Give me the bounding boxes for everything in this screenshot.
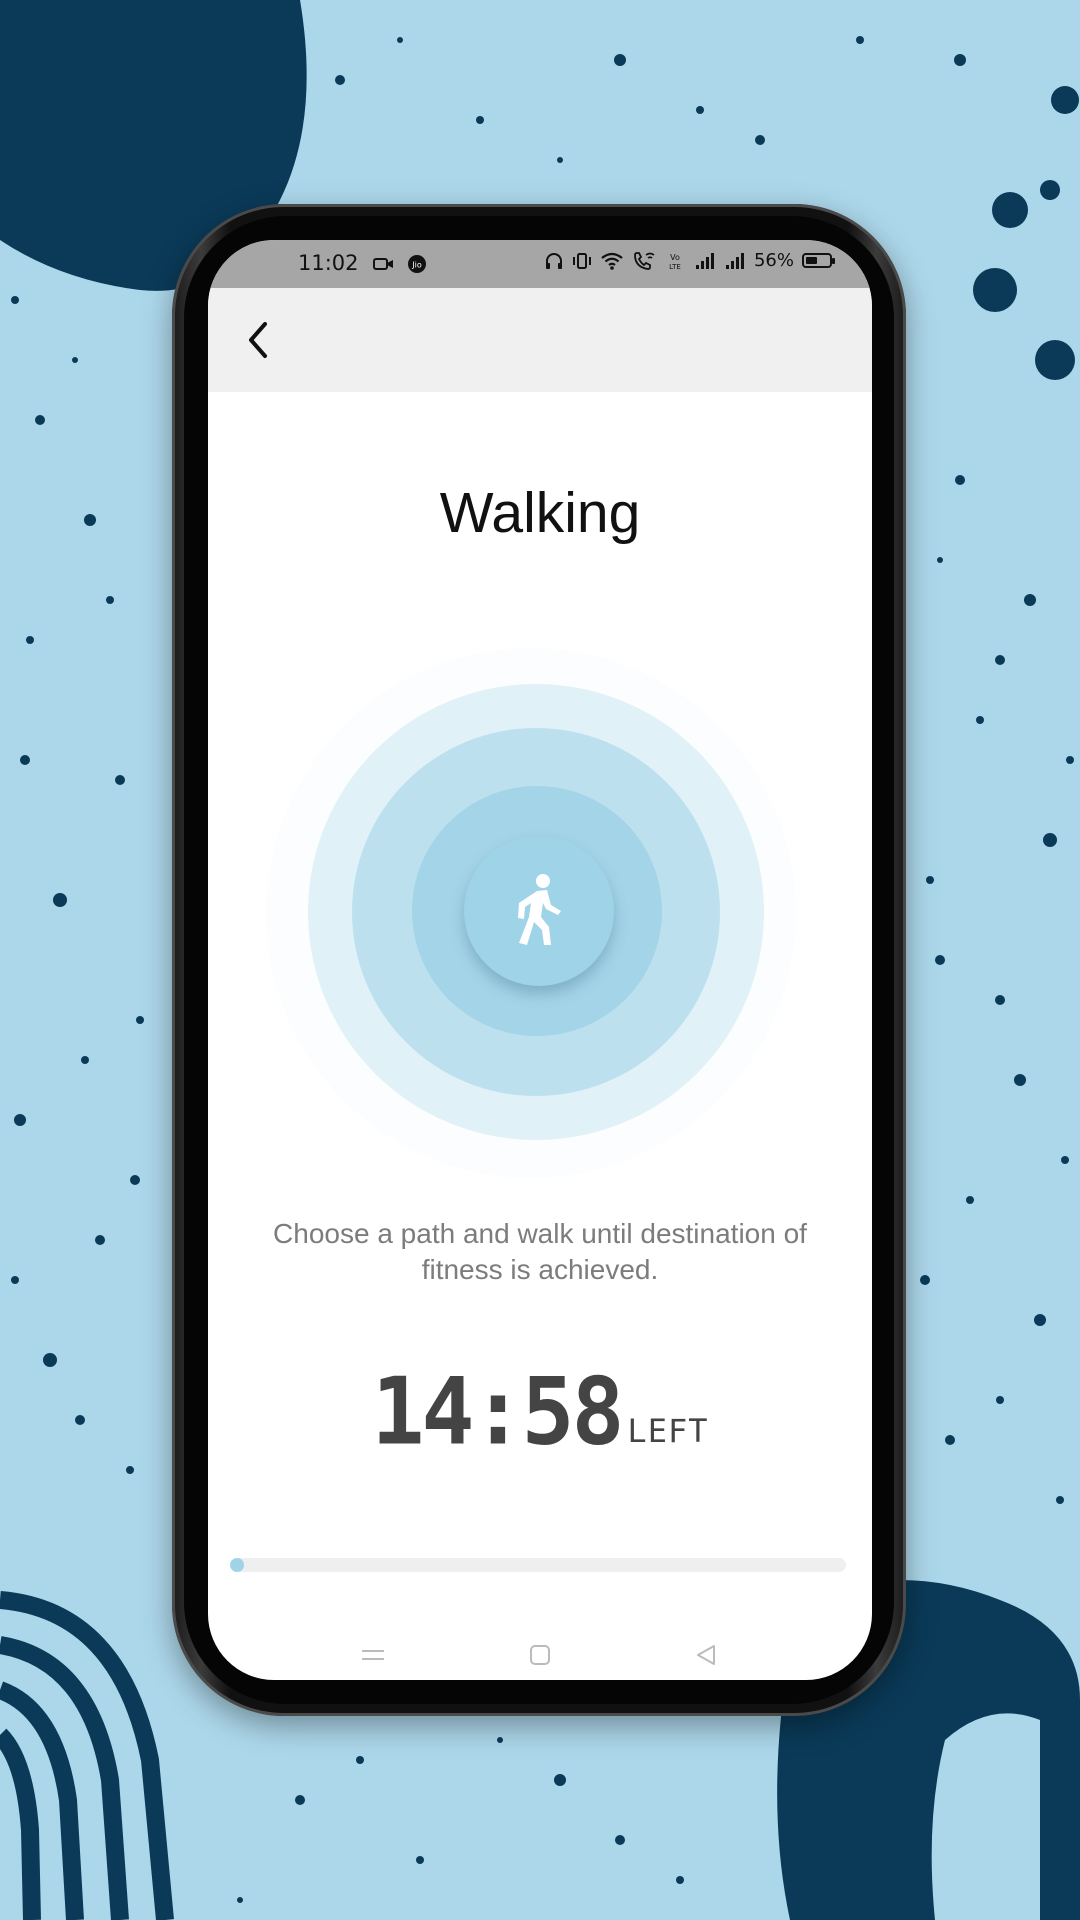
walking-person-icon xyxy=(518,874,561,945)
instruction-text: Choose a path and walk until destination… xyxy=(273,1218,807,1285)
page-title: Walking xyxy=(439,481,641,545)
status-right-icons: Vo LTE 56% xyxy=(544,250,835,271)
status-time: 11:02 xyxy=(298,251,359,275)
battery-percent: 56% xyxy=(753,250,794,271)
progress-bar xyxy=(230,1558,846,1572)
phone-screen: 11:02 Jio Vo LTE 56% Walking Choose a pa… xyxy=(208,240,872,1680)
status-left-icons: Jio xyxy=(373,254,427,274)
video-icon xyxy=(373,258,393,270)
system-nav-bar xyxy=(208,1626,872,1680)
back-button[interactable] xyxy=(230,312,286,368)
svg-text:Jio: Jio xyxy=(411,261,422,270)
home-nav-button[interactable] xyxy=(520,1640,560,1670)
battery-level xyxy=(806,257,817,264)
jio-icon: Jio xyxy=(408,255,426,273)
svg-text:Vo: Vo xyxy=(670,253,680,262)
home-square-icon xyxy=(530,1645,550,1665)
countdown-timer: 14:58 LEFT xyxy=(208,1357,872,1466)
app-bar xyxy=(208,288,872,392)
volte-icon: Vo LTE xyxy=(669,253,681,271)
status-bar: 11:02 Jio Vo LTE 56% xyxy=(208,240,872,288)
menu-icon xyxy=(362,1650,384,1660)
back-triangle-icon xyxy=(697,1645,715,1665)
signal-icon xyxy=(695,252,714,269)
timer-suffix: LEFT xyxy=(627,1412,709,1450)
back-nav-button[interactable] xyxy=(686,1640,726,1670)
menu-nav-button[interactable] xyxy=(353,1640,393,1670)
walking-activity-button[interactable] xyxy=(464,836,614,986)
wifi-icon xyxy=(601,252,623,270)
signal-icon xyxy=(725,252,744,269)
chevron-left-icon xyxy=(249,322,267,358)
vibrate-icon xyxy=(572,252,591,269)
progress-fill xyxy=(230,1558,244,1572)
battery-icon xyxy=(802,253,835,268)
timer-value: 14:58 xyxy=(371,1357,625,1466)
wifi-call-icon xyxy=(634,251,655,270)
svg-text:LTE: LTE xyxy=(669,263,681,271)
headphones-icon xyxy=(545,252,562,269)
